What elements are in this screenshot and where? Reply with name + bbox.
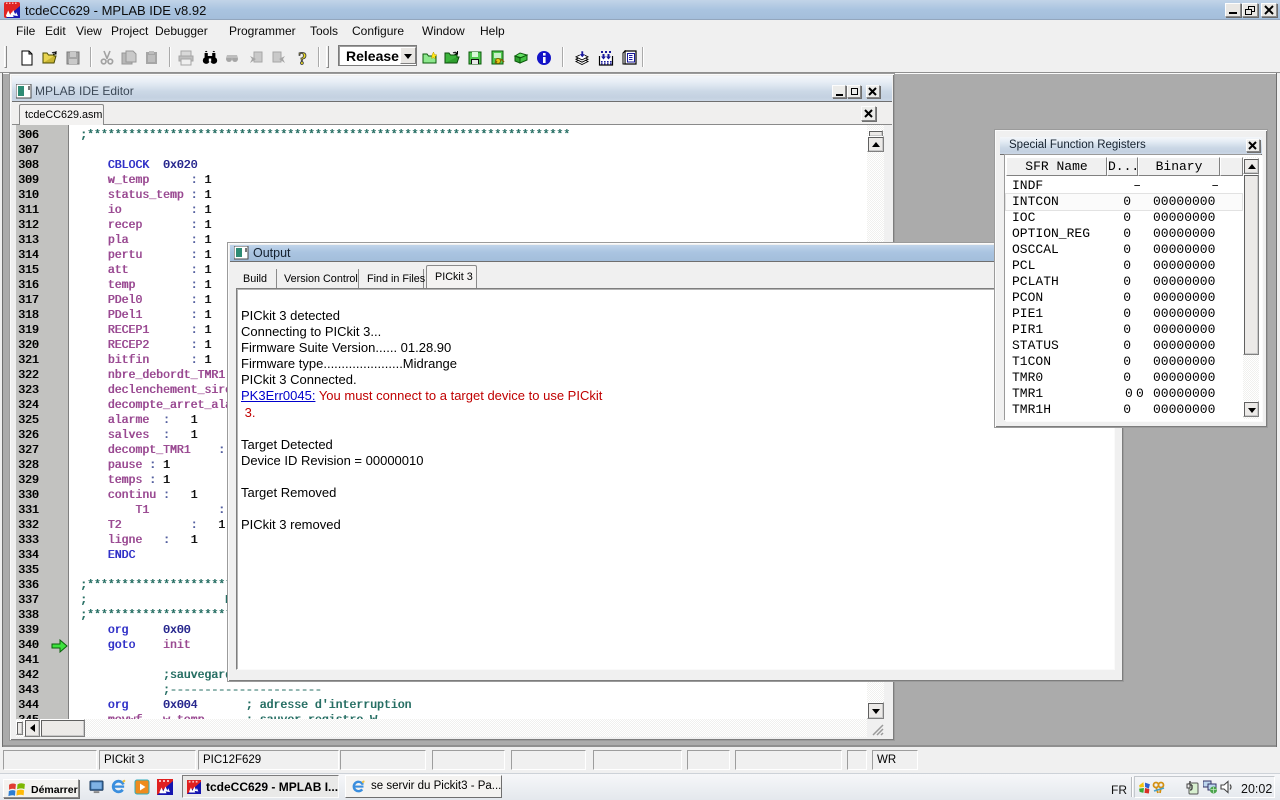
svg-text:?: ? (298, 50, 307, 66)
